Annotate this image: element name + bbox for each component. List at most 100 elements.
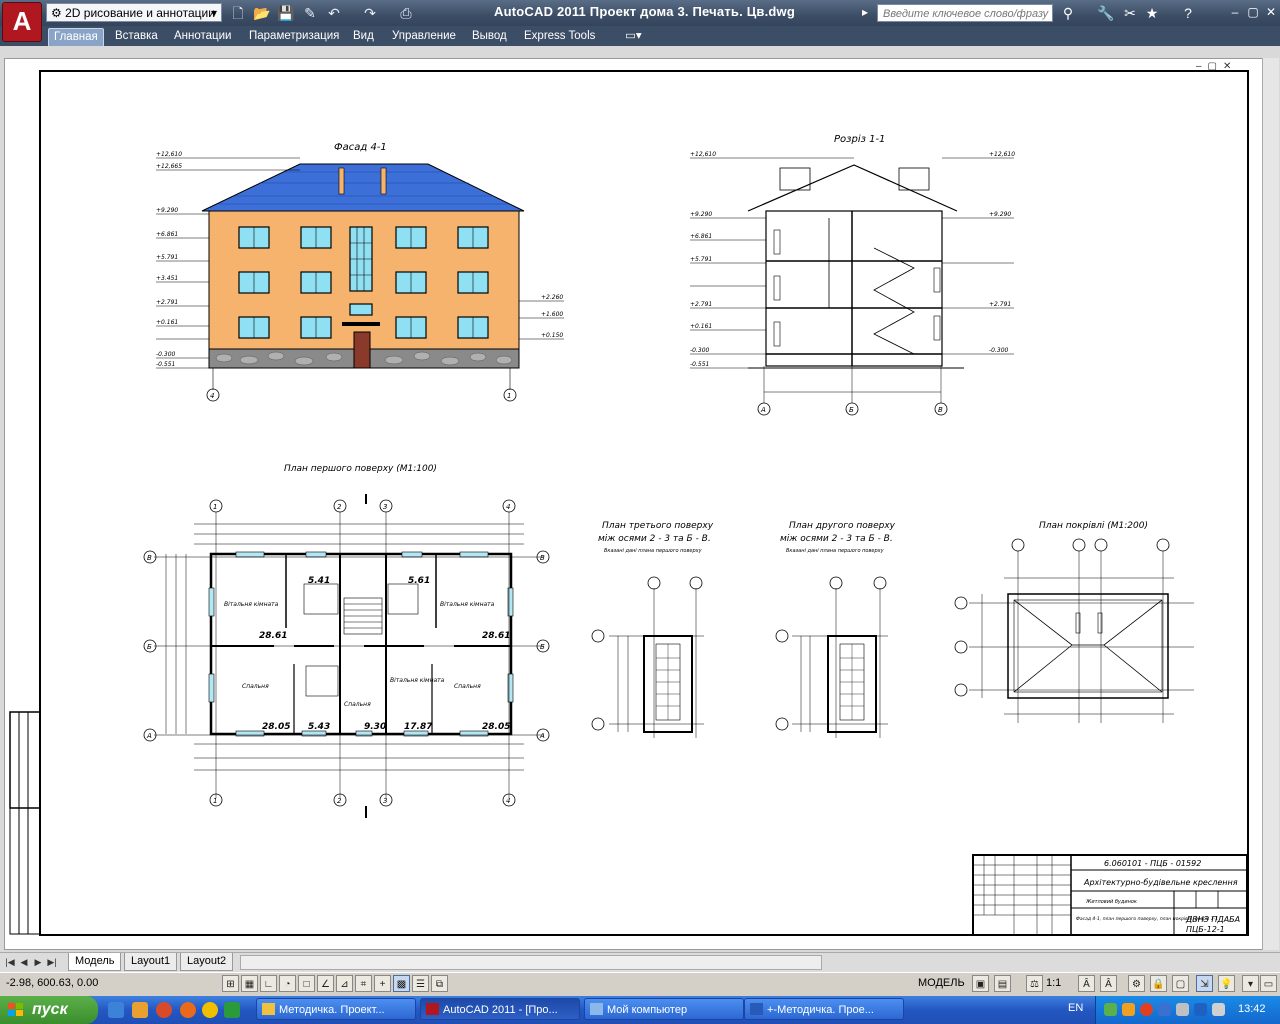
tab-home[interactable]: Главная bbox=[48, 28, 104, 46]
tray-app-icon[interactable] bbox=[1104, 1003, 1117, 1016]
section-title: Розріз 1-1 bbox=[834, 133, 885, 145]
model-space-label[interactable]: МОДЕЛЬ bbox=[918, 977, 965, 989]
taskbar-item[interactable]: +-Методичка. Прое... bbox=[744, 998, 904, 1020]
axis-label: 2 bbox=[337, 503, 342, 511]
selection-cycling-icon[interactable]: ⧉ bbox=[431, 975, 448, 992]
tab-manage[interactable]: Управление bbox=[387, 28, 461, 45]
maximize-button[interactable]: ▢ bbox=[1244, 5, 1262, 20]
elev-label: +6.861 bbox=[156, 231, 178, 238]
clean-screen-icon[interactable]: ▭ bbox=[1260, 975, 1277, 992]
close-button[interactable]: ✕ bbox=[1262, 5, 1280, 20]
bulb-icon[interactable]: 💡 bbox=[1218, 975, 1235, 992]
vertical-scrollbar[interactable] bbox=[1262, 58, 1279, 950]
tray-app-icon[interactable] bbox=[1140, 1003, 1153, 1016]
redo-icon[interactable]: ↷ bbox=[361, 4, 379, 22]
word-icon bbox=[750, 1003, 763, 1015]
annotation-scale-icon[interactable]: ⚖ bbox=[1026, 975, 1043, 992]
axis-label: 3 bbox=[383, 797, 387, 805]
tab-annotate[interactable]: Аннотации bbox=[169, 28, 236, 45]
lineweight-icon[interactable]: + bbox=[374, 975, 391, 992]
firefox-icon[interactable] bbox=[180, 1002, 196, 1018]
opera-icon[interactable] bbox=[156, 1002, 172, 1018]
tray-app-icon[interactable] bbox=[1158, 1003, 1171, 1016]
workspace-switch-icon[interactable]: ⚙ bbox=[1128, 975, 1145, 992]
folder-icon bbox=[262, 1003, 275, 1015]
axis-label: 1 bbox=[507, 392, 511, 400]
media-player-icon[interactable] bbox=[202, 1002, 218, 1018]
room-area: 9.30 bbox=[364, 722, 386, 732]
title-chevron-icon[interactable]: ▸ bbox=[856, 5, 874, 20]
taskbar-item-active[interactable]: AutoCAD 2011 - [Про... bbox=[420, 998, 580, 1020]
save-icon[interactable]: 💾 bbox=[277, 4, 295, 22]
dynamic-input-icon[interactable]: ⌗ bbox=[355, 975, 372, 992]
grid-display-icon[interactable]: ▦ bbox=[241, 975, 258, 992]
tab-layout2[interactable]: Layout2 bbox=[180, 953, 234, 971]
quick-view-layouts-icon[interactable]: ▣ bbox=[972, 975, 989, 992]
prev-layout-icon[interactable]: ◀ bbox=[18, 955, 30, 969]
title-block-code: 6.060101 - ПЦБ - 01592 bbox=[1104, 859, 1201, 868]
tray-app-icon[interactable] bbox=[1194, 1003, 1207, 1016]
lock-icon[interactable]: 🔒 bbox=[1150, 975, 1167, 992]
elev-label: -0.300 bbox=[989, 347, 1009, 354]
elev-label: -0.551 bbox=[690, 361, 709, 368]
tab-layout1[interactable]: Layout1 bbox=[124, 953, 178, 971]
ortho-mode-icon[interactable]: ∟ bbox=[260, 975, 277, 992]
tab-insert[interactable]: Вставка bbox=[110, 28, 163, 45]
volume-icon[interactable] bbox=[1212, 1003, 1225, 1016]
plan3-note: Вказані дані плана першого поверху bbox=[604, 548, 703, 554]
next-layout-icon[interactable]: ▶ bbox=[32, 955, 44, 969]
quicklaunch-icon[interactable] bbox=[132, 1002, 148, 1018]
isolate-objects-icon[interactable]: ⇲ bbox=[1196, 975, 1213, 992]
taskbar-item[interactable]: Мой компьютер bbox=[584, 998, 744, 1020]
tab-model[interactable]: Модель bbox=[68, 953, 122, 971]
application-menu-button[interactable]: A bbox=[2, 2, 42, 42]
quick-properties-icon[interactable]: ☰ bbox=[412, 975, 429, 992]
annotation-visibility-icon[interactable]: Â bbox=[1078, 975, 1095, 992]
minimize-button[interactable]: – bbox=[1226, 5, 1244, 20]
tray-app-icon[interactable] bbox=[1122, 1003, 1135, 1016]
tab-view[interactable]: Вид bbox=[348, 28, 379, 45]
auto-scale-icon[interactable]: Â bbox=[1100, 975, 1117, 992]
taskbar-item[interactable]: Методичка. Проект... bbox=[256, 998, 416, 1020]
axis-label: 1 bbox=[213, 503, 217, 511]
subscription-icon[interactable]: ✂ bbox=[1120, 4, 1140, 22]
elev-label: -0.300 bbox=[690, 347, 710, 354]
excel-icon[interactable] bbox=[224, 1002, 240, 1018]
last-layout-icon[interactable]: ▶| bbox=[46, 955, 58, 969]
elev-label: +0.161 bbox=[690, 323, 712, 330]
workspace-dropdown[interactable]: ⚙ 2D рисование и аннотации ▾ bbox=[46, 3, 222, 22]
snap-mode-icon[interactable]: ⊞ bbox=[222, 975, 239, 992]
favorites-icon[interactable]: ★ bbox=[1142, 4, 1162, 22]
new-icon[interactable]: 🗋 bbox=[229, 4, 247, 22]
ie-icon[interactable] bbox=[108, 1002, 124, 1018]
tab-parametric[interactable]: Параметризация bbox=[244, 28, 344, 45]
help-icon[interactable]: ? bbox=[1178, 4, 1198, 22]
quick-view-drawings-icon[interactable]: ▤ bbox=[994, 975, 1011, 992]
otrack-icon[interactable]: ∠ bbox=[317, 975, 334, 992]
search-input[interactable]: Введите ключевое слово/фразу bbox=[877, 4, 1053, 22]
ribbon-options-icon[interactable]: ▭▾ bbox=[620, 28, 647, 45]
polar-tracking-icon[interactable]: ◔ bbox=[279, 975, 296, 992]
first-layout-icon[interactable]: |◀ bbox=[4, 955, 16, 969]
ducs-icon[interactable]: ⊿ bbox=[336, 975, 353, 992]
open-icon[interactable]: 📂 bbox=[253, 4, 271, 22]
plot-icon[interactable]: ⎙ bbox=[397, 4, 415, 22]
tab-output[interactable]: Вывод bbox=[467, 28, 512, 45]
binoculars-icon[interactable]: ⚲ bbox=[1058, 4, 1078, 22]
room-name: Спальня bbox=[242, 683, 269, 690]
facade-drawing: Фасад 4-1 +12,610 +12,665 +9.290 +6.861 … bbox=[156, 142, 564, 402]
axis-label: В bbox=[540, 554, 545, 562]
tab-express-tools[interactable]: Express Tools bbox=[519, 28, 600, 45]
network-icon[interactable] bbox=[1176, 1003, 1189, 1016]
save-as-icon[interactable]: ✎ bbox=[301, 4, 319, 22]
communication-center-icon[interactable]: 🔧 bbox=[1096, 4, 1116, 22]
transparency-icon[interactable]: ▩ bbox=[393, 975, 410, 992]
hardware-acceleration-icon[interactable]: ▢ bbox=[1172, 975, 1189, 992]
undo-icon[interactable]: ↶ bbox=[325, 4, 343, 22]
language-indicator[interactable]: EN bbox=[1068, 1002, 1083, 1014]
annotation-scale-value[interactable]: 1:1 bbox=[1046, 977, 1061, 989]
horizontal-scrollbar[interactable] bbox=[240, 955, 822, 970]
status-menu-icon[interactable]: ▾ bbox=[1242, 975, 1259, 992]
drawing-canvas[interactable]: Фасад 4-1 +12,610 +12,665 +9.290 +6.861 … bbox=[4, 58, 1261, 948]
object-snap-icon[interactable]: □ bbox=[298, 975, 315, 992]
